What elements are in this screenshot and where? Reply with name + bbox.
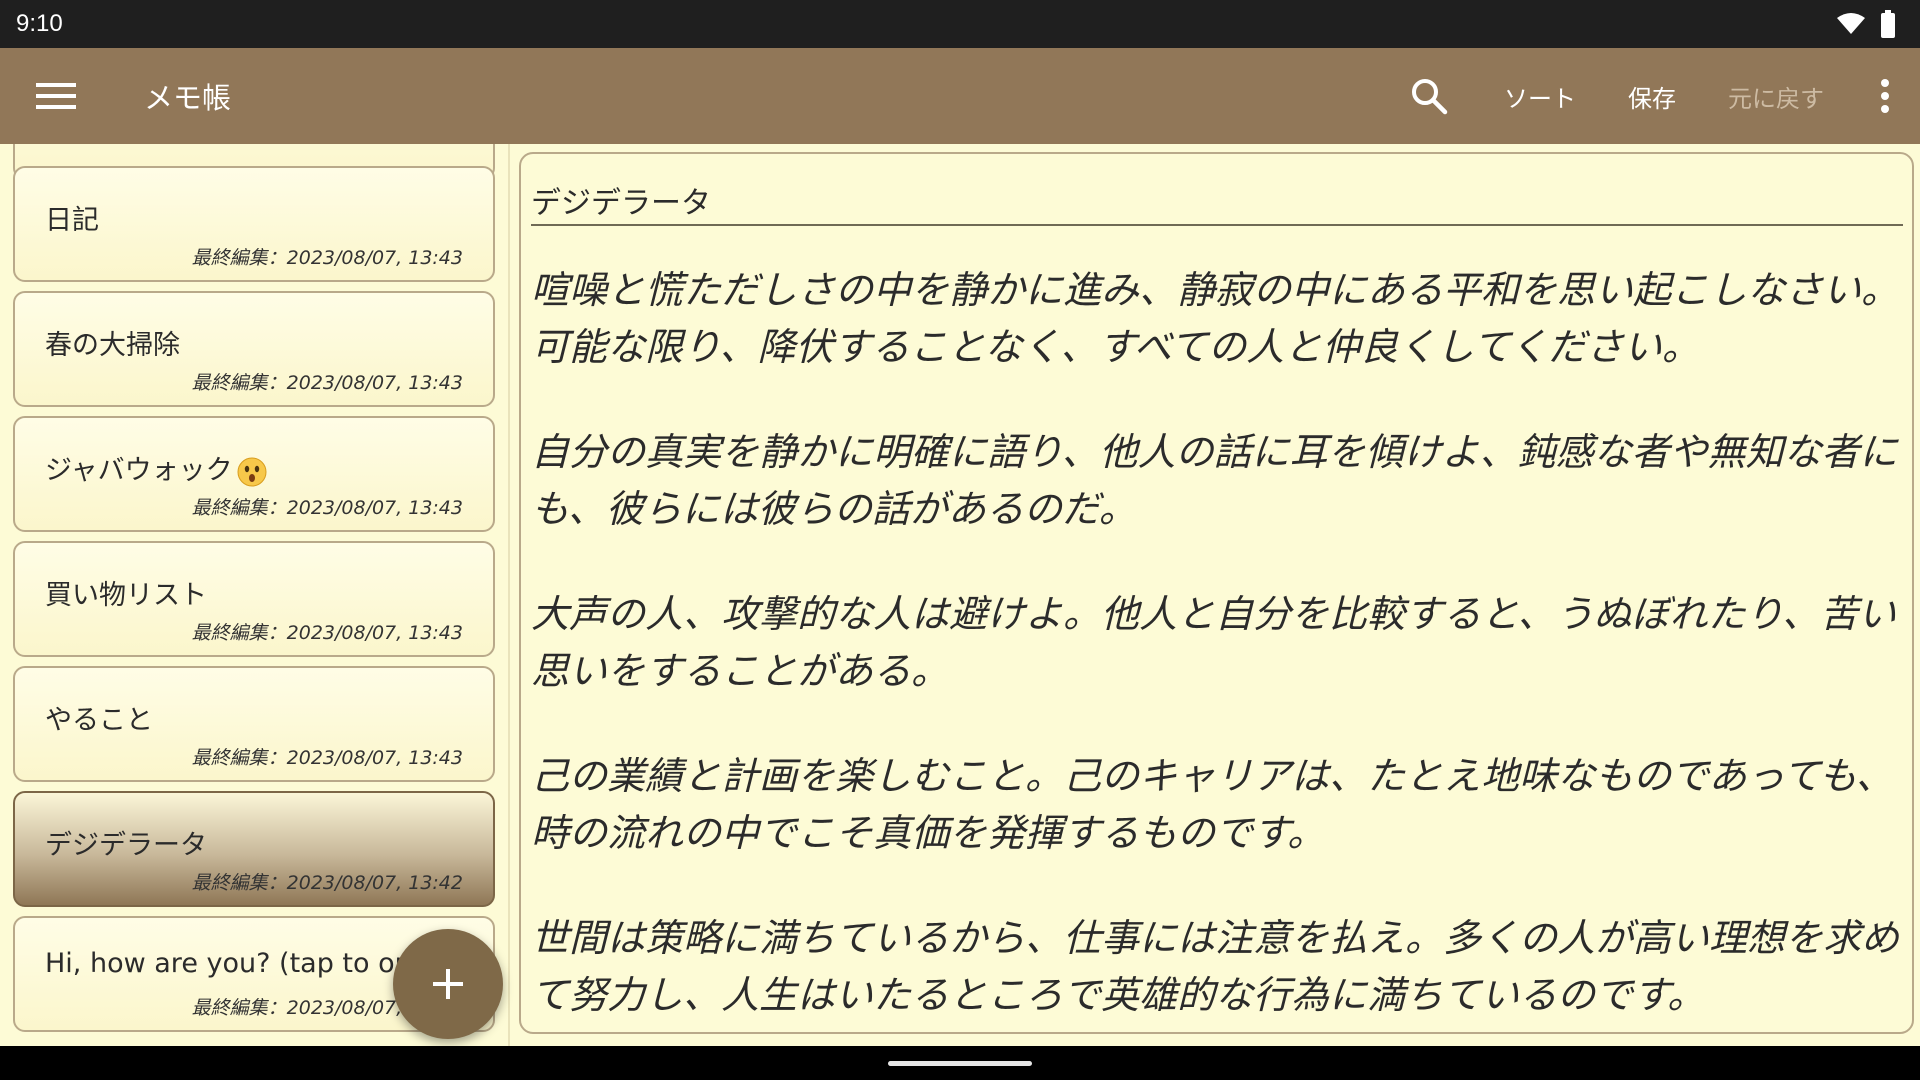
note-date: 最終編集：2023/08/07, 13:43 [191,497,463,519]
notes-list[interactable]: 日記 最終編集：2023/08/07, 13:43 春の大掃除 最終編集：202… [0,144,508,1046]
status-time: 9:10 [16,10,63,37]
note-card-diary[interactable]: 日記 最終編集：2023/08/07, 13:43 [13,166,495,282]
note-body-field[interactable]: 喧噪と慌ただしさの中を静かに進み、静寂の中にある平和を思い起こしなさい。可能な限… [531,262,1903,1032]
note-title-field[interactable]: デジデラータ [531,178,1901,222]
note-title: ジャバウォック [45,455,233,486]
note-title: 買い物リスト [45,580,207,611]
note-title: デジデラータ [45,830,207,861]
note-card-jabberwock[interactable]: ジャバウォック 最終編集：2023/08/07, 13:43 [13,416,495,532]
note-card-desiderata[interactable]: デジデラータ 最終編集：2023/08/07, 13:42 [13,791,495,907]
status-icons [1836,10,1904,38]
sort-button[interactable]: ソート [1478,48,1602,144]
note-paragraph: 世間は策略に満ちているから、仕事には注意を払え。多くの人が高い理想を求めて努力し… [531,916,1900,1017]
add-note-button[interactable] [393,929,503,1039]
note-paragraph: 大声の人、攻撃的な人は避けよ。他人と自分を比較すると、うぬぼれたり、苦い思いをす… [531,592,1896,693]
menu-button[interactable] [28,68,84,124]
overflow-menu-button[interactable] [1850,48,1920,144]
title-underline [531,224,1903,226]
note-date: 最終編集：2023/08/07, 13:43 [191,247,463,269]
app-actions: ソート 保存 元に戻す [1380,48,1920,144]
note-title: やること [45,705,153,736]
note-title: 日記 [45,205,99,236]
app-title: メモ帳 [144,81,232,115]
note-card-spring-cleaning[interactable]: 春の大掃除 最終編集：2023/08/07, 13:43 [13,291,495,407]
note-paragraph: 喧噪と慌ただしさの中を静かに進み、静寂の中にある平和を思い起こしなさい。可能な限… [531,268,1900,369]
search-icon [1412,79,1448,115]
astonished-face-icon [237,457,267,486]
app-bar: メモ帳 ソート 保存 元に戻す [0,48,1920,144]
hamburger-menu-icon [36,83,76,109]
undo-button[interactable]: 元に戻す [1702,48,1850,144]
plus-icon [433,969,463,999]
note-date: 最終編集：2023/08/07, 13:42 [191,872,463,894]
note-title: 春の大掃除 [45,330,180,361]
battery-icon [1881,10,1895,38]
save-button[interactable]: 保存 [1602,48,1702,144]
note-paragraph: 己の業績と計画を楽しむこと。己のキャリアは、たとえ地味なものであっても、時の流れ… [531,754,1894,855]
note-date: 最終編集：2023/08/07, 13:43 [191,747,463,769]
note-editor[interactable]: デジデラータ 喧噪と慌ただしさの中を静かに進み、静寂の中にある平和を思い起こしな… [519,152,1914,1034]
search-button[interactable] [1380,48,1478,144]
note-paragraph: 自分の真実を静かに明確に語り、他人の話に耳を傾けよ、鈍感な者や無知な者にも、彼ら… [531,430,1898,531]
note-title-wrapper: ジャバウォック [45,448,267,487]
note-date: 最終編集：2023/08/07, 13:43 [191,622,463,644]
note-date: 最終編集：2023/08/07, 13:43 [191,372,463,394]
note-card-shopping-list[interactable]: 買い物リスト 最終編集：2023/08/07, 13:43 [13,541,495,657]
home-gesture-handle[interactable] [888,1061,1032,1066]
pane-divider [508,144,510,1046]
wifi-icon [1837,13,1865,34]
status-bar: 9:10 [0,0,1920,48]
more-vertical-icon [1881,79,1889,113]
navigation-bar [0,1046,1920,1080]
note-card-todo[interactable]: やること 最終編集：2023/08/07, 13:43 [13,666,495,782]
